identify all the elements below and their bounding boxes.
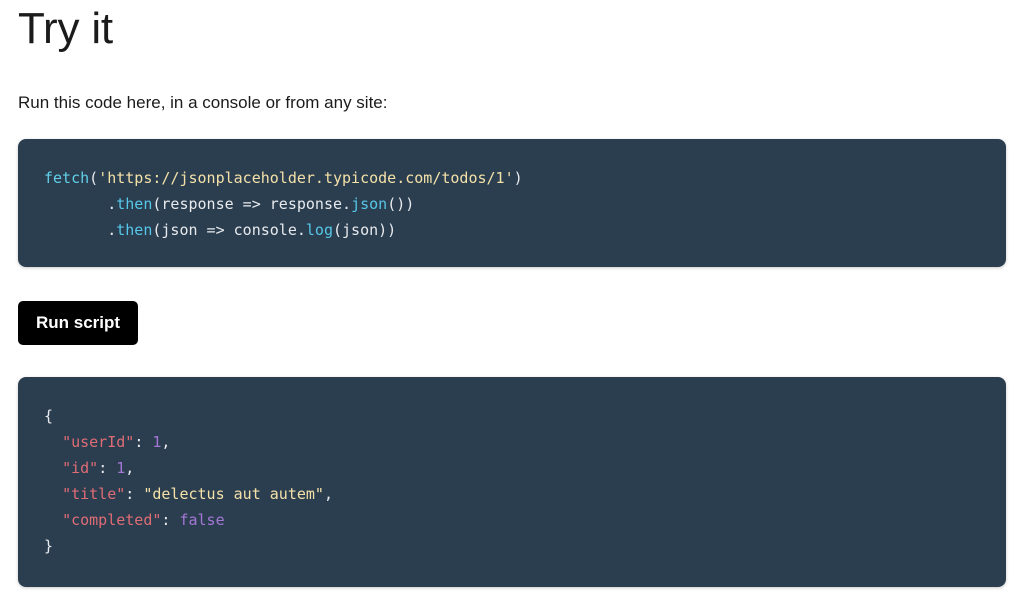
code-token-punctuation: : (134, 432, 153, 451)
code-token-plain: . (44, 220, 117, 239)
code-token-key: "userId" (62, 432, 135, 451)
code-sample-content: fetch('https://jsonplaceholder.typicode.… (44, 165, 982, 243)
try-it-page: Try it Run this code here, in a console … (0, 0, 1024, 600)
code-token-method: json (351, 194, 388, 213)
code-token-plain: (json)) (333, 220, 397, 239)
code-sample-block: fetch('https://jsonplaceholder.typicode.… (18, 138, 1006, 267)
console-output-content: { "userId": 1, "id": 1, "title": "delect… (44, 403, 982, 559)
code-token-method: then (116, 220, 153, 239)
code-token-string: "delectus aut autem" (143, 484, 324, 503)
code-token-plain: . (44, 194, 117, 213)
code-token-number: 1 (116, 458, 126, 477)
console-output-block: { "userId": 1, "id": 1, "title": "delect… (18, 376, 1006, 587)
code-token-function: fetch (44, 168, 90, 187)
code-token-key: "title" (62, 484, 126, 503)
code-token-punctuation: : (125, 484, 144, 503)
code-token-punctuation: , (323, 484, 333, 503)
code-token-punctuation: : (161, 510, 180, 529)
code-token-plain: (response => response. (152, 194, 352, 213)
code-token-key: "id" (62, 458, 99, 477)
page-title: Try it (18, 4, 113, 53)
code-token-plain: ( (89, 168, 99, 187)
code-token-method: then (116, 194, 153, 213)
code-token-boolean: false (179, 510, 225, 529)
code-token-punctuation: { (44, 406, 54, 425)
code-token-punctuation: : (98, 458, 117, 477)
code-token-punctuation: } (44, 536, 54, 555)
code-token-plain: ) (513, 168, 523, 187)
code-token-punctuation: , (125, 458, 135, 477)
run-script-button[interactable]: Run script (18, 300, 139, 345)
code-token-string: 'https://jsonplaceholder.typicode.com/to… (98, 168, 514, 187)
intro-text: Run this code here, in a console or from… (18, 93, 388, 113)
code-token-plain: (json => console. (152, 220, 306, 239)
code-token-punctuation: , (161, 432, 171, 451)
code-token-method: log (305, 220, 333, 239)
code-token-key: "completed" (62, 510, 162, 529)
code-token-plain: ()) (387, 194, 415, 213)
